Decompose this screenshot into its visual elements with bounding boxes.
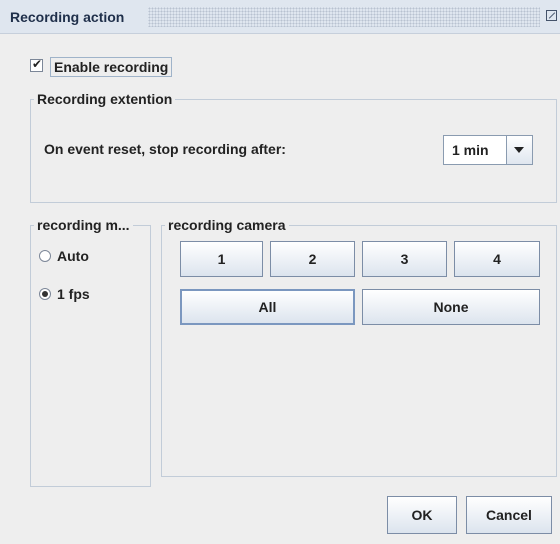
no-cameras-button[interactable]: None [362,289,540,325]
camera-1-button[interactable]: 1 [180,241,263,277]
checkbox-box[interactable]: ✔ [30,57,43,72]
title-bar-grip [148,7,540,27]
camera-2-button[interactable]: 2 [270,241,355,277]
recording-camera-legend: recording camera [168,217,286,233]
radio-selected-dot [42,291,48,297]
radio-auto-label[interactable]: Auto [57,247,89,265]
title-bar[interactable]: Recording action [0,0,560,34]
radio-button-auto[interactable] [39,250,51,262]
chevron-down-icon [514,147,524,153]
ok-button[interactable]: OK [387,496,457,534]
camera-3-button[interactable]: 3 [362,241,447,277]
dropdown-arrow-button[interactable] [506,136,532,164]
all-cameras-button[interactable]: All [180,289,355,325]
checkmark-icon: ✔ [32,57,43,71]
radio-button-1fps[interactable] [39,288,51,300]
stop-after-dropdown[interactable]: 1 min [443,135,533,165]
maximize-icon[interactable] [546,10,557,21]
recording-mode-group: recording m... Auto 1 fps [30,217,151,487]
enable-recording-label[interactable]: Enable recording [50,57,173,77]
camera-4-button[interactable]: 4 [454,241,540,277]
cancel-button[interactable]: Cancel [466,496,552,534]
window-title: Recording action [0,5,133,29]
recording-mode-legend: recording m... [37,217,130,233]
recording-extension-legend: Recording extention [37,91,173,107]
stop-after-value: 1 min [452,142,489,158]
stop-after-label: On event reset, stop recording after: [44,141,286,157]
radio-1fps-label[interactable]: 1 fps [57,285,90,303]
recording-extension-group: Recording extention On event reset, stop… [30,91,557,203]
